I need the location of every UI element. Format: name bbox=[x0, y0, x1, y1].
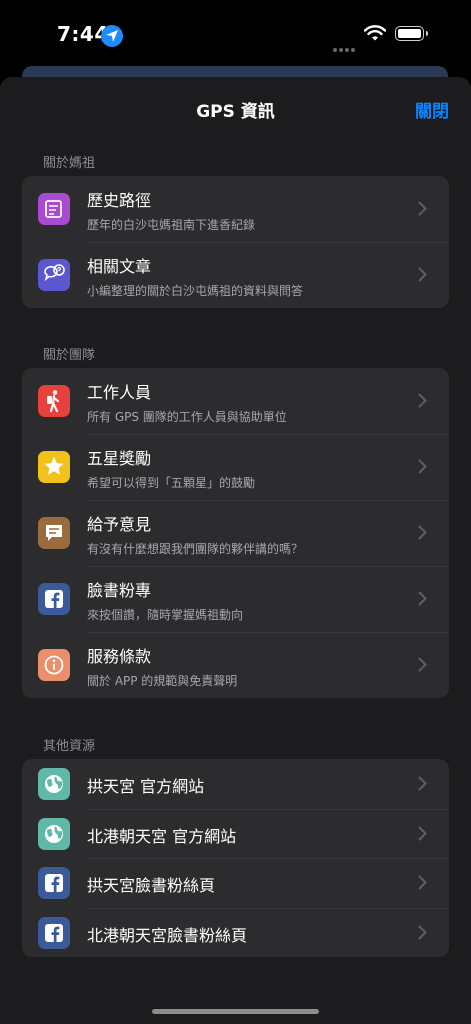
row-title: 給予意見 bbox=[87, 515, 152, 534]
row-title: 工作人員 bbox=[87, 383, 152, 402]
page-title: GPS 資訊 bbox=[196, 102, 275, 122]
row-subtitle: 有沒有什麼想跟我們團隊的夥伴講的嗎？ bbox=[87, 542, 304, 556]
section-header-mazu: 關於媽祖 bbox=[43, 156, 96, 171]
close-button[interactable]: 關閉 bbox=[415, 97, 449, 122]
chevron-right-icon bbox=[418, 267, 427, 286]
chevron-right-icon bbox=[418, 776, 427, 795]
hiker-icon bbox=[38, 385, 70, 417]
row-title: 臉書粉專 bbox=[87, 581, 152, 600]
row-gongtian-facebook[interactable]: 拱天宮臉書粉絲頁 bbox=[22, 858, 449, 908]
chevron-right-icon bbox=[418, 925, 427, 944]
row-staff[interactable]: 工作人員 所有 GPS 團隊的工作人員與協助單位 bbox=[22, 368, 449, 434]
scroll-icon bbox=[38, 193, 70, 225]
message-icon bbox=[38, 517, 70, 549]
row-title: 拱天宮 官方網站 bbox=[87, 777, 205, 796]
chevron-right-icon bbox=[418, 525, 427, 544]
globe-icon bbox=[38, 768, 70, 800]
section-mazu: 歷史路徑 歷年的白沙屯媽祖南下進香紀錄 相關文章 小編整理的關於白沙屯媽祖的資料… bbox=[22, 176, 449, 308]
row-subtitle: 關於 APP 的規範與免責聲明 bbox=[87, 674, 238, 688]
section-header-resources: 其他資源 bbox=[43, 739, 96, 754]
gps-info-sheet: GPS 資訊 關閉 關於媽祖 歷史路徑 歷年的白沙屯媽祖南下進香紀錄 相關文章 … bbox=[0, 77, 471, 1024]
wifi-icon bbox=[363, 25, 387, 45]
row-title: 服務條款 bbox=[87, 647, 152, 666]
globe-icon bbox=[38, 817, 70, 850]
row-five-star[interactable]: 五星獎勵 希望可以得到「五顆星」的鼓勵 bbox=[22, 434, 449, 500]
row-title: 相關文章 bbox=[87, 257, 152, 276]
row-gongtian-website[interactable]: 拱天宮 官方網站 bbox=[22, 759, 449, 809]
row-title: 五星獎勵 bbox=[87, 449, 152, 468]
facebook-icon bbox=[38, 867, 70, 900]
row-related-articles[interactable]: 相關文章 小編整理的關於白沙屯媽祖的資料與問答 bbox=[22, 242, 449, 308]
status-bar: 7:44 bbox=[0, 0, 471, 70]
section-header-team: 關於團隊 bbox=[43, 348, 96, 363]
row-chaotian-website[interactable]: 北港朝天宮 官方網站 bbox=[22, 808, 449, 859]
question-bubble-icon bbox=[38, 259, 70, 291]
row-title: 北港朝天宮臉書粉絲頁 bbox=[87, 925, 248, 945]
row-terms-of-service[interactable]: 服務條款 關於 APP 的規範與免責聲明 bbox=[22, 632, 449, 698]
row-title: 北港朝天宮 官方網站 bbox=[87, 826, 237, 846]
row-subtitle: 小編整理的關於白沙屯媽祖的資料與問答 bbox=[87, 284, 304, 298]
chevron-right-icon bbox=[418, 201, 427, 220]
row-subtitle: 希望可以得到「五顆星」的鼓勵 bbox=[87, 476, 256, 490]
facebook-icon bbox=[38, 583, 70, 615]
row-title: 歷史路徑 bbox=[87, 191, 152, 210]
row-subtitle: 所有 GPS 團隊的工作人員與協助單位 bbox=[87, 410, 287, 424]
facebook-icon bbox=[38, 916, 70, 949]
home-indicator[interactable] bbox=[152, 1009, 319, 1014]
cellular-signal-icon bbox=[333, 37, 357, 56]
chevron-right-icon bbox=[418, 591, 427, 610]
row-facebook-page[interactable]: 臉書粉專 來按個讚，隨時掌握媽祖動向 bbox=[22, 566, 449, 632]
row-feedback[interactable]: 給予意見 有沒有什麼想跟我們團隊的夥伴講的嗎？ bbox=[22, 500, 449, 566]
star-icon bbox=[38, 451, 70, 483]
row-history-route[interactable]: 歷史路徑 歷年的白沙屯媽祖南下進香紀錄 bbox=[22, 176, 449, 242]
chevron-right-icon bbox=[418, 393, 427, 412]
row-title: 拱天宮臉書粉絲頁 bbox=[87, 876, 216, 896]
chevron-right-icon bbox=[418, 657, 427, 676]
section-resources: 拱天宮 官方網站 北港朝天宮 官方網站 拱天宮臉書粉絲頁 北港朝天宮臉書粉絲頁 bbox=[22, 759, 449, 958]
row-subtitle: 歷年的白沙屯媽祖南下進香紀錄 bbox=[87, 218, 256, 232]
section-team: 工作人員 所有 GPS 團隊的工作人員與協助單位 五星獎勵 希望可以得到「五顆星… bbox=[22, 368, 449, 698]
battery-icon bbox=[395, 26, 428, 41]
location-arrow-icon bbox=[101, 25, 123, 47]
info-icon bbox=[38, 649, 70, 681]
chevron-right-icon bbox=[418, 826, 427, 845]
row-subtitle: 來按個讚，隨時掌握媽祖動向 bbox=[87, 608, 244, 622]
chevron-right-icon bbox=[418, 875, 427, 894]
chevron-right-icon bbox=[418, 459, 427, 478]
row-chaotian-facebook[interactable]: 北港朝天宮臉書粉絲頁 bbox=[22, 907, 449, 958]
